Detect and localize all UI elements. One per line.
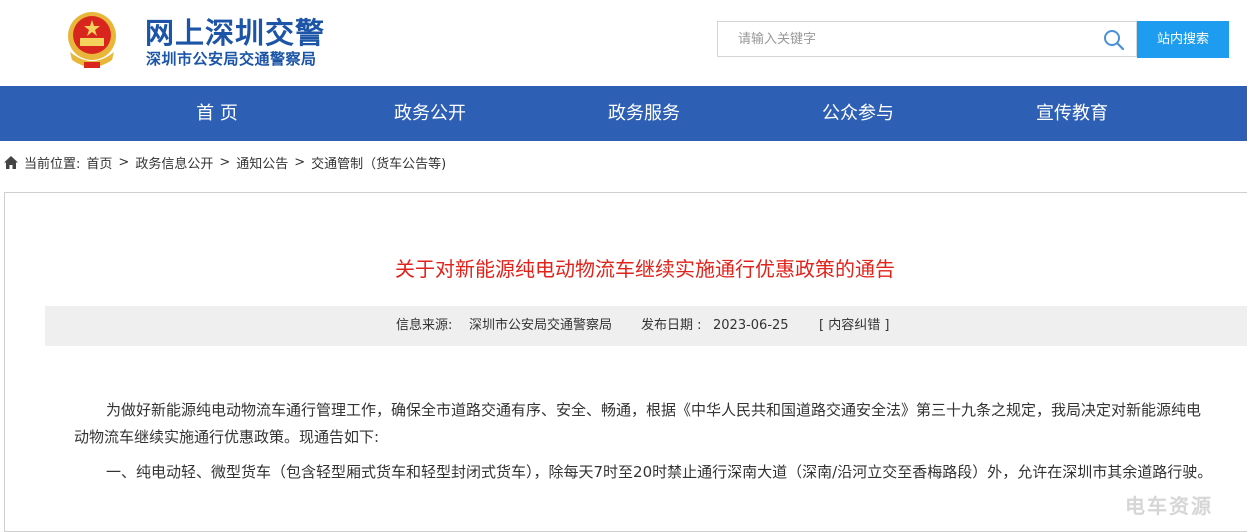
nav-item-publicity-education[interactable]: 宣传教育 bbox=[1020, 86, 1124, 141]
watermark-logo: 电车资源 bbox=[1125, 494, 1213, 518]
article-meta-bar: 信息来源: 深圳市公安局交通警察局 发布日期 : 2023-06-25 [ 内容… bbox=[45, 306, 1247, 346]
main-nav: 首 页 政务公开 政务服务 公众参与 宣传教育 bbox=[0, 86, 1247, 141]
nav-item-government-affairs[interactable]: 政务公开 bbox=[378, 86, 482, 141]
breadcrumb-separator: > bbox=[219, 154, 231, 170]
police-emblem-icon[interactable] bbox=[62, 8, 122, 72]
source-value: 深圳市公安局交通警察局 bbox=[469, 318, 613, 333]
site-header: 网上深圳交警 深圳市公安局交通警察局 站内搜索 bbox=[0, 0, 1247, 86]
publish-date-value: 2023-06-25 bbox=[713, 318, 789, 333]
site-subtitle: 深圳市公安局交通警察局 bbox=[146, 50, 317, 68]
paragraph-text: 为做好新能源纯电动物流车通行管理工作，确保全市道路交通有序、安全、畅通，根据《中… bbox=[74, 401, 1202, 446]
site-title[interactable]: 网上深圳交警 bbox=[145, 10, 325, 52]
nav-item-government-services[interactable]: 政务服务 bbox=[592, 86, 696, 141]
publish-date-label: 发布日期 : bbox=[641, 318, 702, 333]
source-label: 信息来源: bbox=[396, 318, 453, 333]
breadcrumb-separator: > bbox=[118, 154, 130, 170]
breadcrumb-separator: > bbox=[294, 154, 306, 170]
search-icon[interactable] bbox=[1102, 28, 1126, 52]
paragraph-text: 一、纯电动轻、微型货车（包含轻型厢式货车和轻型封闭式货车），除每天7时至20时禁… bbox=[106, 463, 1213, 481]
article-paragraph: 一、纯电动轻、微型货车（包含轻型厢式货车和轻型封闭式货车），除每天7时至20时禁… bbox=[74, 459, 1214, 486]
search-input[interactable] bbox=[718, 22, 1098, 56]
breadcrumb-prefix: 当前位置: bbox=[24, 156, 81, 172]
article-title: 关于对新能源纯电动物流车继续实施通行优惠政策的通告 bbox=[395, 257, 895, 281]
nav-item-public-participation[interactable]: 公众参与 bbox=[806, 86, 910, 141]
breadcrumb-item-home[interactable]: 首页 bbox=[86, 153, 112, 172]
article-paragraph: 为做好新能源纯电动物流车通行管理工作，确保全市道路交通有序、安全、畅通，根据《中… bbox=[74, 397, 1214, 451]
content-correction-link[interactable]: [ 内容纠错 ] bbox=[819, 306, 889, 346]
site-search-button[interactable]: 站内搜索 bbox=[1137, 21, 1229, 58]
search-box bbox=[717, 21, 1137, 57]
breadcrumb-item-notices[interactable]: 通知公告 bbox=[236, 153, 288, 172]
breadcrumb: 当前位置: 首页 > 政务信息公开 > 通知公告 > 交通管制（货车公告等) bbox=[4, 152, 446, 172]
breadcrumb-item-traffic-control[interactable]: 交通管制（货车公告等) bbox=[311, 153, 446, 172]
nav-item-home[interactable]: 首 页 bbox=[165, 86, 269, 141]
breadcrumb-item-gov-info[interactable]: 政务信息公开 bbox=[135, 153, 213, 172]
home-icon bbox=[4, 155, 18, 169]
